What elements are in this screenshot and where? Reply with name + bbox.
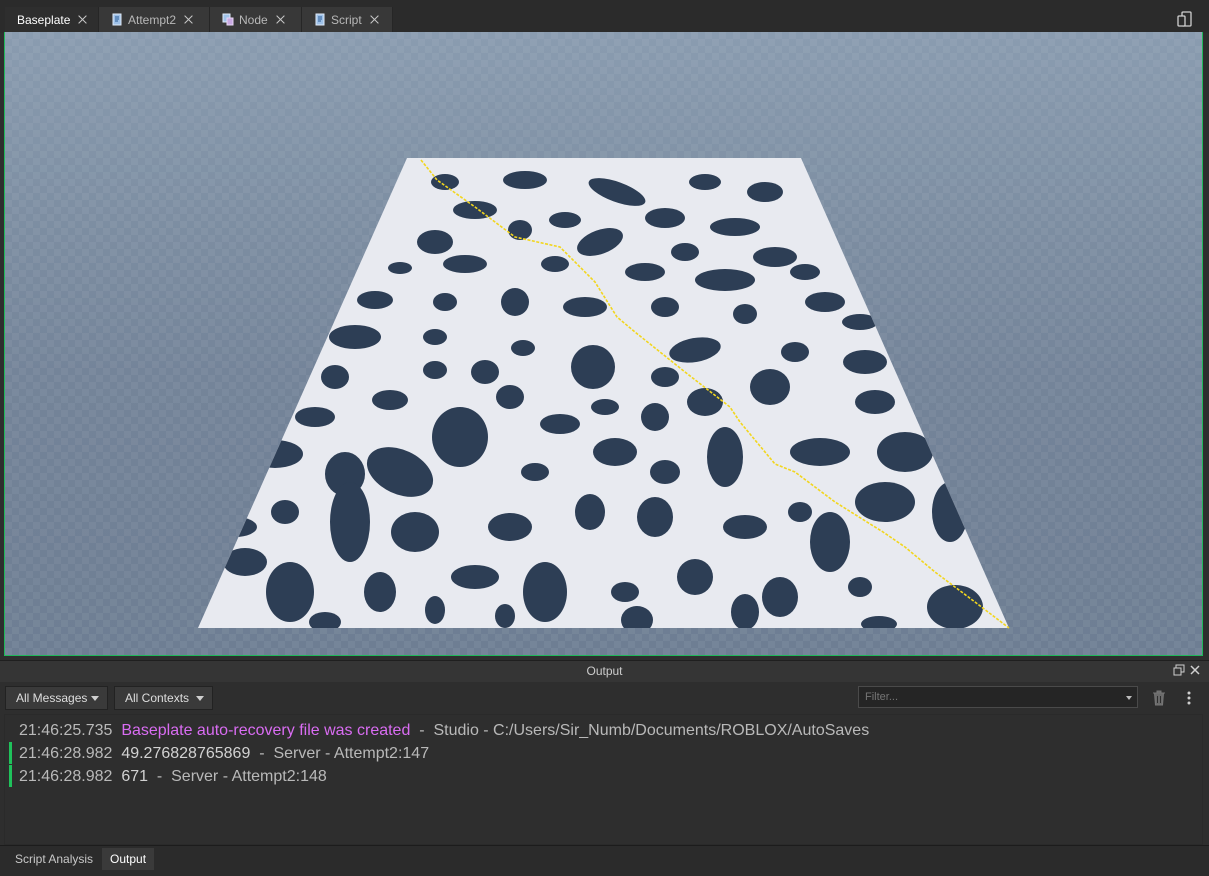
log-message: 671 xyxy=(121,768,149,785)
log-source: Studio - C:/Users/Sir_Numb/Documents/ROB… xyxy=(433,722,870,739)
more-options-icon[interactable] xyxy=(1185,691,1193,705)
tab-script-analysis[interactable]: Script Analysis xyxy=(7,848,101,870)
chevron-down-icon xyxy=(91,696,99,701)
log-context-marker xyxy=(9,765,12,787)
script-icon xyxy=(315,13,325,26)
messages-filter-dropdown[interactable]: All Messages xyxy=(5,686,108,710)
log-entry: 21:46:28.982 671 - Server - Attempt2:148 xyxy=(19,766,327,788)
output-log[interactable]: 21:46:25.735 Baseplate auto-recovery fil… xyxy=(4,714,1203,845)
tab-label: Script xyxy=(331,12,362,27)
output-panel-title: Output xyxy=(0,660,1209,682)
tab-label: Node xyxy=(239,12,268,27)
tab-script[interactable]: Script xyxy=(302,7,393,32)
dropdown-value: All Messages xyxy=(16,691,88,705)
log-separator: - xyxy=(156,768,163,785)
contexts-filter-dropdown[interactable]: All Contexts xyxy=(114,686,213,710)
log-message: Baseplate auto-recovery file was created xyxy=(121,722,411,739)
log-timestamp: 21:46:28.982 xyxy=(19,768,113,785)
close-icon[interactable] xyxy=(184,15,193,24)
dropdown-value: All Contexts xyxy=(125,691,190,705)
close-icon[interactable] xyxy=(276,15,285,24)
filter-input[interactable] xyxy=(858,686,1138,708)
restore-icon[interactable] xyxy=(1173,664,1185,676)
log-message: 49.276828765869 xyxy=(121,745,251,762)
log-entry: 21:46:25.735 Baseplate auto-recovery fil… xyxy=(19,720,869,742)
log-source: Server - Attempt2:147 xyxy=(273,745,430,762)
module-script-icon xyxy=(222,13,234,26)
log-entry: 21:46:28.982 49.276828765869 - Server - … xyxy=(19,743,429,765)
roblox-studio-window: Baseplate Attempt2 Node Script Output Al… xyxy=(0,0,1209,876)
3d-viewport[interactable] xyxy=(4,32,1203,656)
output-toolbar: All Messages All Contexts xyxy=(0,682,1209,714)
log-separator: - xyxy=(259,745,265,762)
close-icon[interactable] xyxy=(1189,664,1201,676)
log-timestamp: 21:46:28.982 xyxy=(19,745,113,762)
tab-baseplate[interactable]: Baseplate xyxy=(5,7,99,32)
tab-attempt2[interactable]: Attempt2 xyxy=(99,7,210,32)
close-icon[interactable] xyxy=(78,15,87,24)
tab-label: Attempt2 xyxy=(128,12,177,27)
chevron-down-icon xyxy=(196,696,204,701)
bottom-panel-tabs: Script Analysis Output xyxy=(0,845,1209,876)
clear-output-trash-icon[interactable] xyxy=(1152,690,1166,706)
log-context-marker xyxy=(9,742,12,764)
close-icon[interactable] xyxy=(370,15,379,24)
log-separator: - xyxy=(419,722,425,739)
log-source: Server - Attempt2:148 xyxy=(171,768,327,785)
tab-label: Baseplate xyxy=(17,12,71,27)
chevron-down-icon[interactable] xyxy=(1126,696,1132,700)
log-timestamp: 21:46:25.735 xyxy=(19,722,113,739)
tab-node[interactable]: Node xyxy=(210,7,302,32)
device-emulator-icon[interactable] xyxy=(1177,11,1193,27)
document-tab-bar: Baseplate Attempt2 Node Script xyxy=(0,0,1209,33)
script-icon xyxy=(112,13,122,26)
scene-render xyxy=(5,32,1202,655)
tab-output[interactable]: Output xyxy=(102,848,155,870)
